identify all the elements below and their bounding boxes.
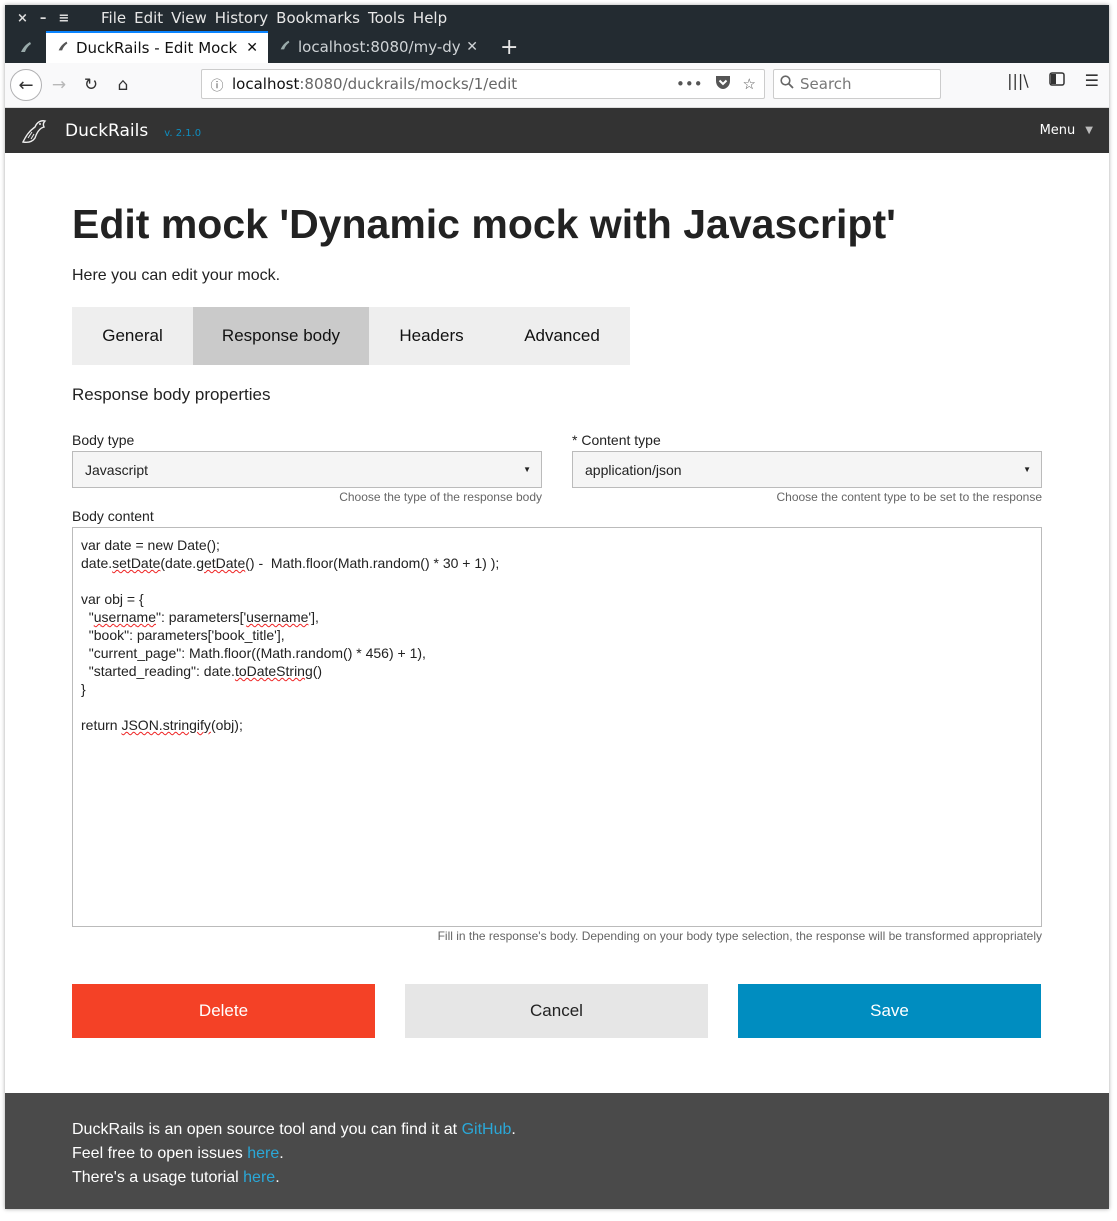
menu-help[interactable]: Help [413,9,447,27]
url-actions: ••• ☆ [676,75,756,94]
url-bar[interactable]: ⓘ localhost :8080/duckrails/mocks/1/edit… [201,69,765,99]
app-header: DuckRails v. 2.1.0 Menu ▼ [5,108,1109,153]
tab-label: DuckRails - Edit Mock [76,39,238,57]
code-line: date.setDate(date.getDate() - Math.floor… [81,555,500,571]
menu-items: File Edit View History Bookmarks Tools H… [101,9,447,27]
code-line: "current_page": Math.floor((Math.random(… [81,645,426,661]
menu-tools[interactable]: Tools [368,9,405,27]
tab-localhost-my-dynamic[interactable]: localhost:8080/my-dyna ✕ [268,31,488,63]
content-type-select[interactable]: application/json ▼ [572,451,1042,488]
body-type-select[interactable]: Javascript ▼ [72,451,542,488]
page-actions-ellipsis-icon[interactable]: ••• [676,75,703,94]
back-arrow-icon[interactable]: ← [10,69,42,101]
code-line: var obj = { [81,591,144,607]
pocket-icon[interactable] [715,75,731,94]
menu-edit[interactable]: Edit [134,9,163,27]
duckrails-logo-icon[interactable] [19,116,49,146]
forward-arrow-icon[interactable]: → [44,70,74,100]
library-icon[interactable]: |||\ [1007,71,1029,90]
menu-label: Menu [1039,123,1076,138]
bookmark-star-icon[interactable]: ☆ [743,75,756,94]
select-arrow-icon: ▼ [523,465,531,474]
save-button[interactable]: Save [738,984,1041,1038]
caret-down-icon: ▼ [1085,125,1093,136]
home-icon[interactable]: ⌂ [108,70,138,100]
browser-window: × – ≡ File Edit View History Bookmarks T… [5,5,1109,1209]
body-type-value: Javascript [85,461,149,478]
search-placeholder: Search [800,75,852,93]
tab-strip: DuckRails - Edit Mock ✕ localhost:8080/m… [5,31,1109,63]
mock-tabs: General Response body Headers Advanced [72,307,630,365]
page-intro: Here you can edit your mock. [72,267,281,284]
site-info-icon[interactable]: ⓘ [202,75,232,94]
select-arrow-icon: ▼ [1023,465,1031,474]
code-line: "started_reading": date.toDateString() [81,663,323,679]
tab-label: localhost:8080/my-dyna [298,38,461,56]
footer-line-tutorial: There's a usage tutorial here. [72,1169,280,1186]
body-content-label: Body content [72,508,154,524]
tutorial-link[interactable]: here [243,1169,275,1186]
window-controls: × – ≡ [5,11,101,26]
menu-bar: × – ≡ File Edit View History Bookmarks T… [5,5,1109,31]
navigation-toolbar: ← → ↻ ⌂ ⓘ localhost :8080/duckrails/mock… [5,63,1109,108]
section-title: Response body properties [72,385,271,404]
footer: DuckRails is an open source tool and you… [5,1093,1109,1209]
toolbar-right: |||\ ☰ [1007,71,1099,90]
close-window-icon[interactable]: × [17,11,28,26]
sidebar-icon[interactable] [1048,71,1065,90]
page-title: Edit mock 'Dynamic mock with Javascript' [72,201,896,247]
version-label: v. 2.1.0 [164,128,202,139]
body-content-editor[interactable]: var date = new Date(); date.setDate(date… [72,527,1042,927]
footer-line-github: DuckRails is an open source tool and you… [72,1121,516,1138]
minimize-window-icon[interactable]: – [40,11,47,26]
app-menu[interactable]: Menu ▼ [1040,123,1093,138]
brand-name[interactable]: DuckRails [65,121,148,141]
issues-link[interactable]: here [247,1145,279,1162]
window-menu-icon[interactable]: ≡ [58,11,69,26]
tab-close-icon[interactable]: ✕ [246,40,258,56]
tab-general[interactable]: General [72,307,193,365]
code-line: "username": parameters['username'], [81,609,319,625]
code-line: } [81,681,86,697]
delete-button[interactable]: Delete [72,984,375,1038]
tab-close-icon[interactable]: ✕ [466,39,478,55]
required-mark: * [572,432,578,448]
body-content-hint: Fill in the response's body. Depending o… [437,929,1042,943]
body-type-label: Body type [72,432,135,448]
reload-icon[interactable]: ↻ [76,70,106,100]
url-path: :8080/duckrails/mocks/1/edit [299,75,518,93]
content-type-value: application/json [585,461,682,478]
tab-advanced[interactable]: Advanced [494,307,630,365]
code-line: "book": parameters['book_title'], [81,627,285,643]
github-link[interactable]: GitHub [462,1121,512,1138]
hamburger-menu-icon[interactable]: ☰ [1085,71,1099,90]
search-bar[interactable]: Search [773,69,941,99]
duck-favicon-icon [278,38,292,56]
search-icon [780,75,794,93]
content-type-hint: Choose the content type to be set to the… [776,490,1042,504]
menu-bookmarks[interactable]: Bookmarks [276,9,360,27]
tab-headers[interactable]: Headers [369,307,494,365]
tab-response-body[interactable]: Response body [193,307,369,365]
menu-history[interactable]: History [215,9,268,27]
duck-favicon-icon [56,39,70,57]
menu-file[interactable]: File [101,9,126,27]
code-line: return JSON.stringify(obj); [81,717,243,733]
pinned-tab-duck-icon[interactable] [5,31,46,63]
footer-line-issues: Feel free to open issues here. [72,1145,284,1162]
code-line: var date = new Date(); [81,537,220,553]
new-tab-plus-icon[interactable]: + [488,31,530,63]
body-type-hint: Choose the type of the response body [339,490,542,504]
url-host: localhost [232,75,300,93]
cancel-button[interactable]: Cancel [405,984,708,1038]
tab-duckrails-edit-mock[interactable]: DuckRails - Edit Mock ✕ [46,31,268,63]
content-type-label-text: Content type [581,432,661,448]
content-type-label: * Content type [572,432,661,448]
menu-view[interactable]: View [171,9,207,27]
